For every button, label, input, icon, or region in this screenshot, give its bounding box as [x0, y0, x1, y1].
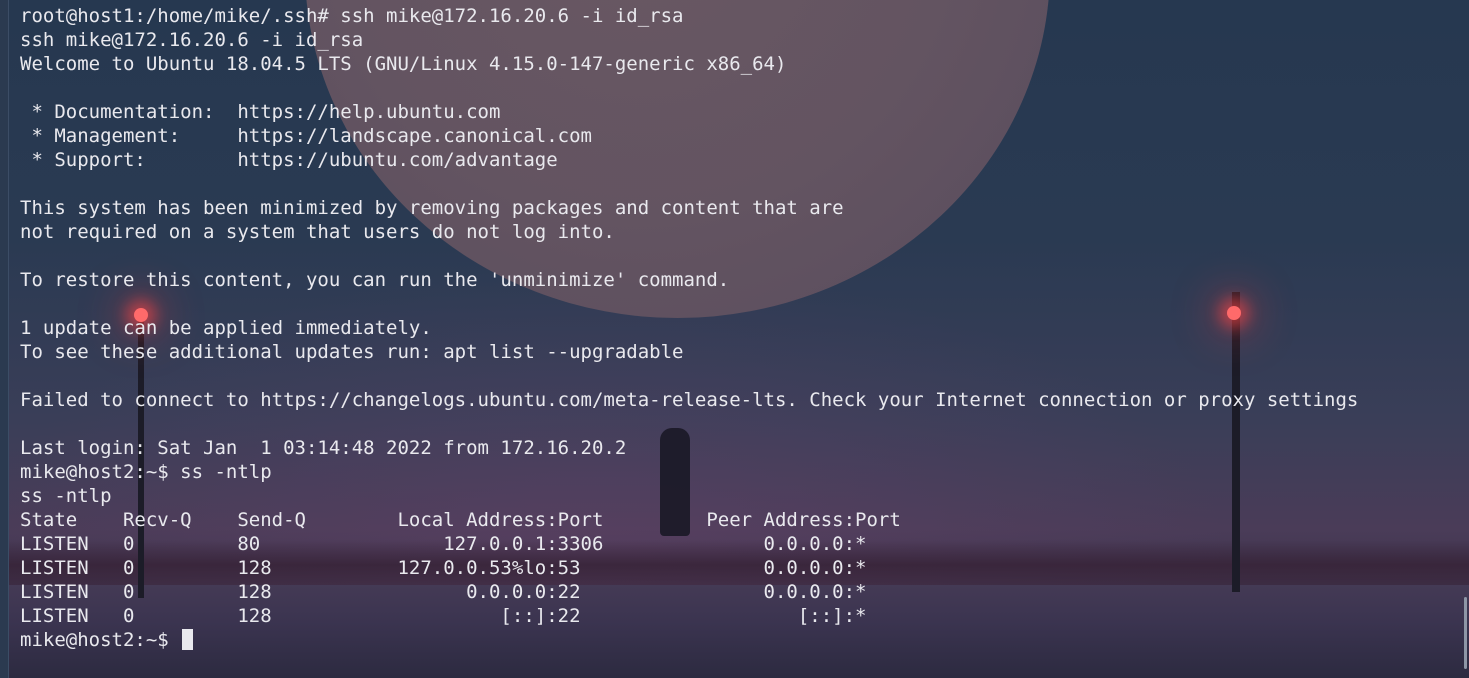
terminal-line: Last login: Sat Jan 1 03:14:48 2022 from… [20, 437, 627, 459]
terminal-line: LISTEN 0 80 127.0.0.1:3306 0.0.0.0:* [20, 533, 867, 555]
terminal-line: mike@host2:~$ ss -ntlp [20, 461, 272, 483]
terminal-line: root@host1:/home/mike/.ssh# ssh mike@172… [20, 5, 684, 27]
terminal-line: LISTEN 0 128 [::]:22 [::]:* [20, 605, 867, 627]
terminal-line: To restore this content, you can run the… [20, 269, 730, 291]
terminal-cursor[interactable] [182, 629, 194, 650]
terminal-line: * Support: https://ubuntu.com/advantage [20, 149, 558, 171]
terminal-line: Failed to connect to https://changelogs.… [20, 389, 1359, 411]
terminal-prompt-line[interactable]: mike@host2:~$ [20, 628, 1469, 652]
window-left-edge [0, 0, 9, 678]
terminal-line: * Documentation: https://help.ubuntu.com [20, 101, 501, 123]
terminal-line: Welcome to Ubuntu 18.04.5 LTS (GNU/Linux… [20, 53, 787, 75]
shell-prompt: mike@host2:~$ [20, 629, 181, 651]
terminal-scrollbar[interactable] [1464, 597, 1467, 669]
terminal-line: LISTEN 0 128 127.0.0.53%lo:53 0.0.0.0:* [20, 557, 867, 579]
terminal-output[interactable]: root@host1:/home/mike/.ssh# ssh mike@172… [20, 4, 1469, 652]
terminal-line: To see these additional updates run: apt… [20, 341, 684, 363]
terminal-line: * Management: https://landscape.canonica… [20, 125, 592, 147]
terminal-line: State Recv-Q Send-Q Local Address:Port P… [20, 509, 901, 531]
terminal-line: ssh mike@172.16.20.6 -i id_rsa [20, 29, 364, 51]
terminal-line: LISTEN 0 128 0.0.0.0:22 0.0.0.0:* [20, 581, 867, 603]
terminal-line: 1 update can be applied immediately. [20, 317, 432, 339]
terminal-line: ss -ntlp [20, 485, 112, 507]
terminal-line: This system has been minimized by removi… [20, 197, 844, 219]
terminal-line: not required on a system that users do n… [20, 221, 615, 243]
